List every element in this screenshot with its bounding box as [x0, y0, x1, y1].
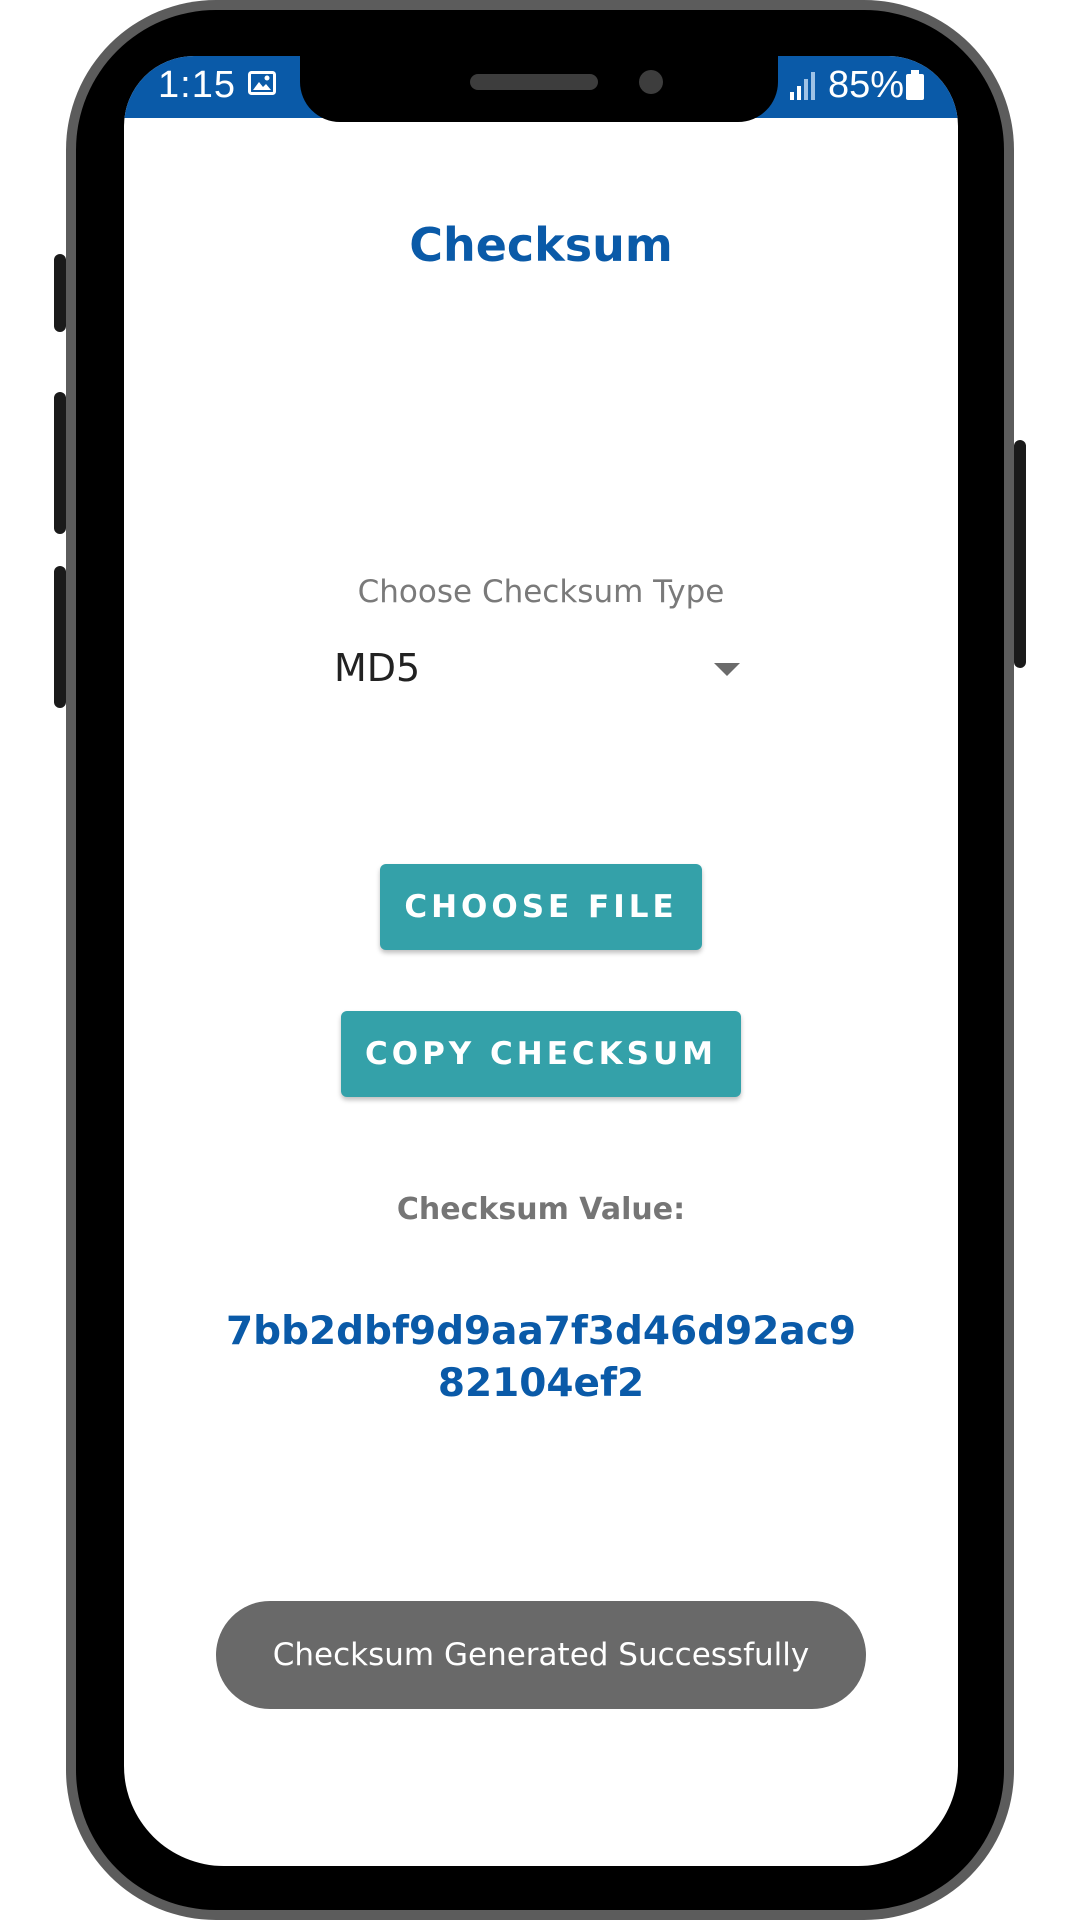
- selected-checksum-type: MD5: [334, 646, 421, 690]
- volume-up-button: [54, 392, 66, 534]
- battery-icon: [906, 70, 924, 100]
- battery-percentage: 85%: [828, 64, 905, 106]
- power-button: [1014, 440, 1026, 668]
- checksum-value-label: Checksum Value:: [396, 1192, 686, 1227]
- device-canvas: 1:15 85% Checksum Choose Checksum Type M…: [0, 0, 1080, 1920]
- checksum-type-label: Choose Checksum Type: [357, 574, 725, 610]
- toast-message: Checksum Generated Successfully: [216, 1601, 866, 1709]
- page-title: Checksum: [409, 218, 673, 272]
- volume-silent-button: [54, 254, 66, 332]
- image-icon: [248, 71, 276, 95]
- dropdown-arrow-icon: [714, 663, 740, 676]
- choose-file-button[interactable]: CHOOSE FILE: [380, 864, 702, 950]
- status-time: 1:15: [158, 64, 236, 106]
- phone-screen: 1:15 85% Checksum Choose Checksum Type M…: [124, 56, 958, 1866]
- volume-down-button: [54, 566, 66, 708]
- front-camera: [639, 70, 663, 94]
- checksum-type-dropdown[interactable]: MD5: [334, 638, 742, 704]
- speaker-grille: [470, 74, 598, 90]
- copy-checksum-button[interactable]: COPY CHECKSUM: [341, 1011, 741, 1097]
- signal-icon: [790, 72, 815, 100]
- checksum-value: 7bb2dbf9d9aa7f3d46d92ac982104ef2: [226, 1309, 856, 1406]
